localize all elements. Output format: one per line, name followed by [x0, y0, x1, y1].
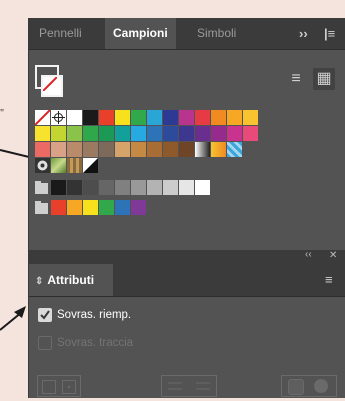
attributes-tab-label: Attributi	[47, 273, 95, 287]
checkmark-icon	[40, 310, 50, 320]
gray-swatch-7[interactable]	[163, 180, 178, 195]
swatch-r2-c0[interactable]	[35, 142, 50, 157]
gray-group-folder-icon[interactable]	[35, 181, 48, 194]
swatch-r0-c2[interactable]	[67, 110, 82, 125]
swatch-r1-c7[interactable]	[147, 126, 162, 141]
overprint-fill-checkbox[interactable]	[38, 308, 52, 322]
swatch-r1-c13[interactable]	[243, 126, 258, 141]
stroke-proxy[interactable]	[41, 75, 63, 97]
swatch-r0-c7[interactable]	[147, 110, 162, 125]
nonzero-rule-icon[interactable]	[288, 379, 304, 395]
tab-campioni[interactable]: Campioni	[105, 18, 176, 49]
swatch-r2-c4[interactable]	[99, 142, 114, 157]
swatch-r2-c9[interactable]	[179, 142, 194, 157]
attributes-tabbar: ⇕ Attributi ≡	[29, 264, 345, 297]
swatch-r1-c11[interactable]	[211, 126, 226, 141]
list-view-icon[interactable]: ≡	[285, 68, 307, 90]
bright-swatch-0[interactable]	[51, 200, 66, 215]
swatch-r0-c1[interactable]	[51, 110, 66, 125]
panel-menu-icon[interactable]: |≡	[324, 18, 335, 49]
square-dot-icon[interactable]	[62, 380, 76, 394]
gray-swatch-6[interactable]	[147, 180, 162, 195]
swatch-r0-c9[interactable]	[179, 110, 194, 125]
grid-view-icon[interactable]: ▦	[313, 68, 335, 90]
square-icon[interactable]	[42, 380, 56, 394]
shape-buttons	[37, 375, 81, 397]
gray-swatch-3[interactable]	[99, 180, 114, 195]
swatch-r1-c0[interactable]	[35, 126, 50, 141]
tab-simboli[interactable]: Simboli	[189, 18, 244, 49]
swatch-r3-c0[interactable]	[35, 158, 50, 173]
swatch-r2-c3[interactable]	[83, 142, 98, 157]
overprint-stroke-label: Sovras. traccia	[57, 337, 134, 349]
swatch-r2-c10[interactable]	[195, 142, 210, 157]
swatch-r1-c8[interactable]	[163, 126, 178, 141]
swatch-new[interactable]	[83, 158, 98, 173]
swatch-r0-c3[interactable]	[83, 110, 98, 125]
arrow-to-attributes	[0, 311, 23, 331]
gray-swatch-9[interactable]	[195, 180, 210, 195]
swatch-r1-c3[interactable]	[83, 126, 98, 141]
swatch-r0-c12[interactable]	[227, 110, 242, 125]
tab-pennelli[interactable]: Pennelli	[31, 18, 90, 49]
tab-attributi[interactable]: ⇕ Attributi	[29, 264, 113, 296]
swatch-r1-c1[interactable]	[51, 126, 66, 141]
gray-swatch-8[interactable]	[179, 180, 194, 195]
swatch-r0-c11[interactable]	[211, 110, 226, 125]
attributes-menu-icon[interactable]: ≡	[325, 272, 333, 287]
swatch-r0-c5[interactable]	[115, 110, 130, 125]
swatch-r2-c12[interactable]	[227, 142, 242, 157]
annotation-glyph: "	[0, 108, 4, 119]
swatch-r0-c0[interactable]	[34, 109, 51, 126]
swatch-r2-c6[interactable]	[131, 142, 146, 157]
swatch-r1-c12[interactable]	[227, 126, 242, 141]
none-slash-icon	[43, 77, 57, 91]
swatch-r1-c10[interactable]	[195, 126, 210, 141]
swatch-r2-c7[interactable]	[147, 142, 162, 157]
gray-swatch-4[interactable]	[115, 180, 130, 195]
collapse-icon[interactable]: ‹‹	[305, 249, 312, 260]
swatch-r2-c5[interactable]	[115, 142, 130, 157]
bright-swatch-5[interactable]	[131, 200, 146, 215]
bright-swatch-2[interactable]	[83, 200, 98, 215]
swatch-r0-c6[interactable]	[131, 110, 146, 125]
bright-swatch-3[interactable]	[99, 200, 114, 215]
direction-icons	[168, 382, 210, 390]
fill-rule-buttons	[281, 375, 337, 397]
swatch-r2-c8[interactable]	[163, 142, 178, 157]
swatch-r1-c5[interactable]	[115, 126, 130, 141]
gray-swatch-2[interactable]	[83, 180, 98, 195]
swatch-r2-c1[interactable]	[51, 142, 66, 157]
swatches-tabbar: Pennelli Campioni Simboli ›› |≡	[29, 18, 345, 50]
arrow-head-2	[14, 306, 26, 318]
bright-swatch-1[interactable]	[67, 200, 82, 215]
swatch-r0-c10[interactable]	[195, 110, 210, 125]
swatch-r0-c8[interactable]	[163, 110, 178, 125]
overprint-fill-label: Sovras. riemp.	[57, 309, 132, 321]
swatch-r1-c4[interactable]	[99, 126, 114, 141]
swatch-r1-c9[interactable]	[179, 126, 194, 141]
swatches-panel: Pennelli Campioni Simboli ›› |≡ ≡ ▦ ‹‹ ✕…	[28, 18, 345, 398]
evenodd-rule-icon[interactable]	[314, 379, 328, 393]
more-tabs-icon[interactable]: ››	[299, 18, 308, 49]
bright-group-folder-icon[interactable]	[35, 201, 48, 214]
swatch-pattern-brown[interactable]	[67, 158, 82, 173]
swatch-r1-c2[interactable]	[67, 126, 82, 141]
swatch-r0-c4[interactable]	[99, 110, 114, 125]
direction-buttons	[161, 375, 217, 397]
attributes-header: ‹‹ ✕	[29, 249, 345, 264]
close-icon[interactable]: ✕	[329, 250, 337, 261]
gray-swatch-0[interactable]	[51, 180, 66, 195]
swatch-pattern-foliage[interactable]	[51, 158, 66, 173]
gray-swatch-5[interactable]	[131, 180, 146, 195]
expand-arrows-icon: ⇕	[35, 276, 44, 287]
overprint-stroke-checkbox[interactable]	[38, 336, 52, 350]
swatch-r2-c2[interactable]	[67, 142, 82, 157]
gray-swatch-1[interactable]	[67, 180, 82, 195]
swatch-r1-c6[interactable]	[131, 126, 146, 141]
bright-swatch-4[interactable]	[115, 200, 130, 215]
swatch-r0-c13[interactable]	[243, 110, 258, 125]
swatch-r2-c11[interactable]	[211, 142, 226, 157]
